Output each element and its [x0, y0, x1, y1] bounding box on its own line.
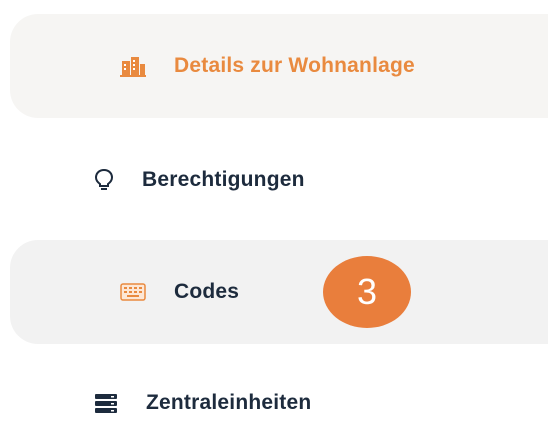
nav-item-codes[interactable]: Codes	[10, 240, 548, 344]
nav-item-berechtigungen[interactable]: Berechtigungen	[10, 150, 548, 210]
step-number-badge: 3	[323, 256, 411, 328]
nav-item-label: Zentraleinheiten	[146, 391, 312, 414]
nav-item-label: Codes	[174, 280, 240, 303]
nav-item-label: Details zur Wohnanlage	[174, 54, 415, 77]
keyboard-icon	[120, 283, 146, 301]
nav-item-details-wohnanlage[interactable]: Details zur Wohnanlage	[10, 14, 548, 118]
buildings-icon	[120, 55, 146, 77]
server-icon	[94, 392, 118, 414]
lightbulb-icon	[94, 168, 114, 192]
nav-item-zentraleinheiten[interactable]: Zentraleinheiten	[10, 378, 548, 428]
nav-item-label: Berechtigungen	[142, 168, 305, 191]
